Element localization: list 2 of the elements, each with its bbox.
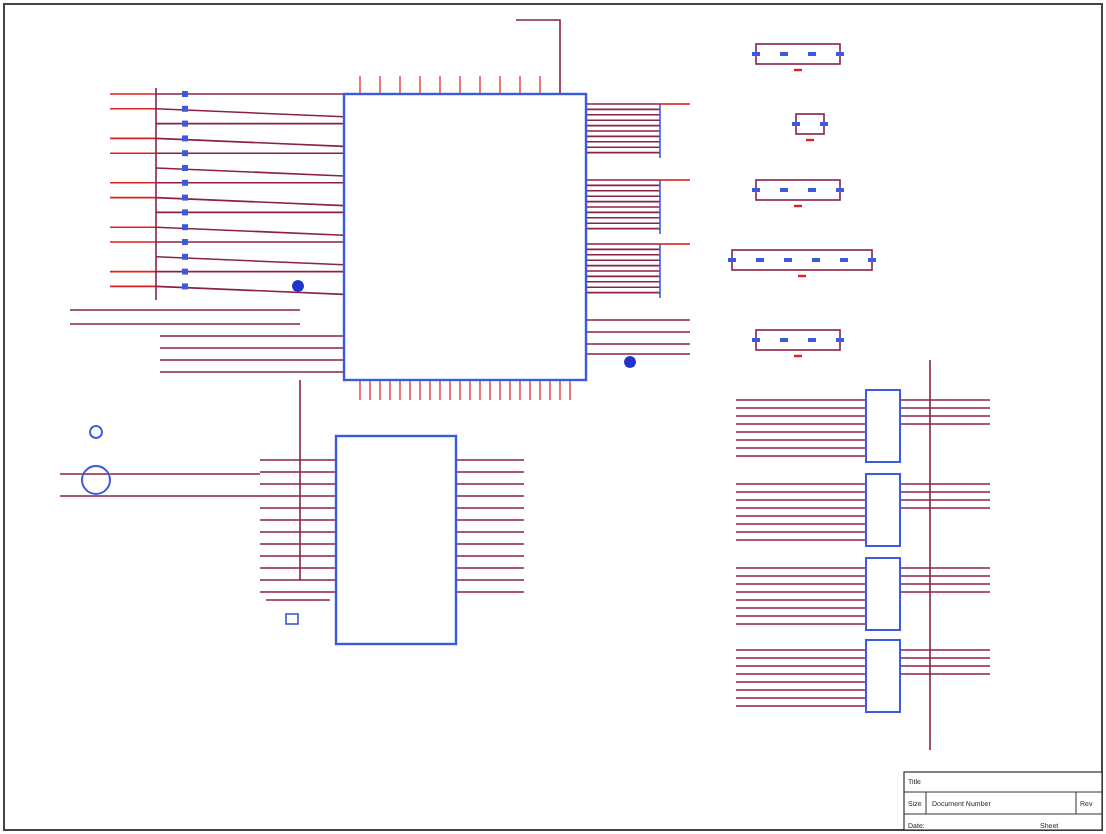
junction-icon xyxy=(624,356,636,368)
junction-icon xyxy=(292,280,304,292)
